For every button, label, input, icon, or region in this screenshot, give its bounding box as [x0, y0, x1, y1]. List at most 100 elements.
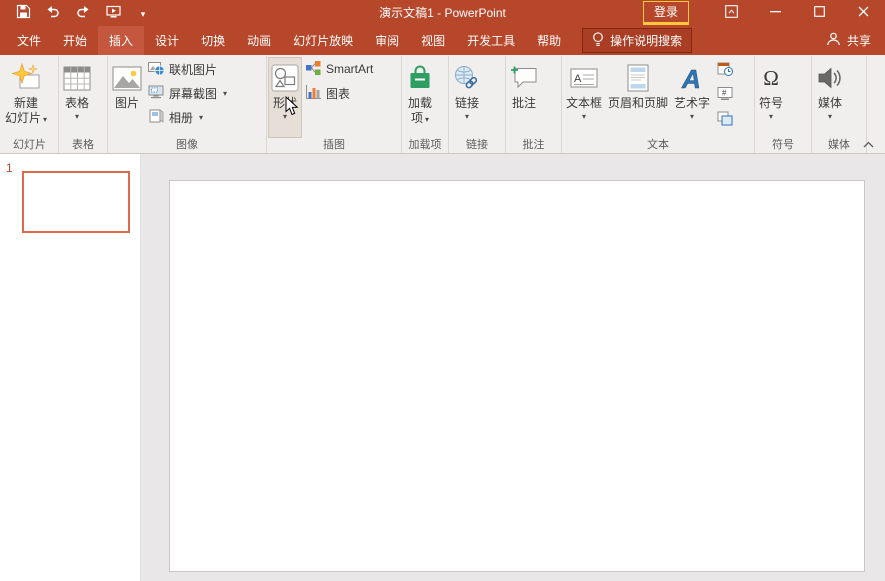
tab-review[interactable]: 审阅: [364, 26, 410, 55]
speaker-icon: [816, 60, 844, 96]
close-button[interactable]: [841, 0, 885, 26]
title-bar: 演示文稿1 - PowerPoint 登录: [0, 0, 885, 26]
redo-button[interactable]: [68, 0, 98, 26]
group-slides: 新建 幻灯片 幻灯片: [1, 56, 59, 153]
start-from-beginning-button[interactable]: [98, 0, 128, 26]
slide-thumbnail[interactable]: [22, 171, 130, 233]
tell-me-label: 操作说明搜索: [610, 32, 682, 49]
symbol-button[interactable]: Ω 符号: [756, 57, 786, 138]
chart-button[interactable]: 图表: [302, 81, 376, 105]
online-pictures-button[interactable]: 联机图片: [145, 57, 230, 81]
svg-text:#: #: [722, 88, 727, 97]
tab-insert[interactable]: 插入: [98, 26, 144, 55]
group-comments: 批注 批注: [506, 56, 562, 153]
save-button[interactable]: [8, 0, 38, 26]
dropdown-caret: [223, 88, 227, 98]
screenshot-button[interactable]: 屏幕截图: [145, 81, 230, 105]
dropdown-caret: [690, 111, 694, 121]
tab-slideshow[interactable]: 幻灯片放映: [282, 26, 364, 55]
tab-view[interactable]: 视图: [410, 26, 456, 55]
dropdown-caret: [465, 111, 469, 121]
minimize-button[interactable]: [753, 0, 797, 26]
slides-panel[interactable]: 1: [0, 154, 141, 581]
header-footer-icon: [626, 60, 650, 96]
group-label-illustrations: 插图: [267, 138, 401, 153]
addins-button[interactable]: 加载 项: [403, 57, 437, 138]
date-time-button[interactable]: [713, 57, 737, 82]
undo-button[interactable]: [38, 0, 68, 26]
group-label-text: 文本: [562, 138, 754, 153]
comment-button[interactable]: 批注: [507, 57, 541, 138]
undo-icon: [45, 5, 61, 21]
link-button[interactable]: 链接: [450, 57, 484, 138]
table-icon: [63, 60, 91, 96]
group-links: 链接 链接: [449, 56, 506, 153]
ribbon: 新建 幻灯片 幻灯片 表格 表格: [0, 55, 885, 154]
group-label-media: 媒体: [812, 138, 866, 153]
pictures-button[interactable]: 图片: [109, 57, 145, 138]
lightbulb-icon: [592, 32, 604, 50]
slide[interactable]: [169, 180, 865, 572]
ribbon-tab-row: 文件 开始 插入 设计 切换 动画 幻灯片放映 审阅 视图 开发工具 帮助 操作…: [0, 26, 885, 55]
wordart-button[interactable]: A 艺术字: [671, 57, 713, 138]
comment-icon: [510, 60, 538, 96]
group-label-symbols: 符号: [755, 138, 811, 153]
object-icon: [717, 111, 733, 129]
textbox-icon: A: [570, 60, 598, 96]
sign-in-button[interactable]: 登录: [643, 1, 689, 25]
tab-animations[interactable]: 动画: [236, 26, 282, 55]
new-slide-button[interactable]: 新建 幻灯片: [2, 57, 50, 138]
slide-number-icon: #: [717, 86, 733, 104]
dropdown-caret: [199, 112, 203, 122]
media-button[interactable]: 媒体: [813, 57, 847, 138]
omega-symbol-icon: Ω: [763, 60, 779, 96]
svg-text:A: A: [681, 64, 701, 92]
tab-transitions[interactable]: 切换: [190, 26, 236, 55]
share-label: 共享: [847, 32, 871, 49]
dropdown-caret: [582, 111, 586, 121]
dropdown-caret: [75, 111, 79, 121]
window-title: 演示文稿1 - PowerPoint: [180, 0, 705, 26]
customize-qat-button[interactable]: [128, 0, 158, 26]
group-label-comments: 批注: [506, 138, 561, 153]
dropdown-caret: [769, 111, 773, 121]
collapse-ribbon-button[interactable]: [860, 138, 876, 150]
maximize-button[interactable]: [797, 0, 841, 26]
tab-design[interactable]: 设计: [144, 26, 190, 55]
tab-file[interactable]: 文件: [6, 26, 52, 55]
ribbon-display-options-icon: [725, 5, 738, 21]
smartart-button[interactable]: SmartArt: [302, 57, 376, 81]
addins-icon: [406, 60, 434, 96]
group-label-slides: 幻灯片: [1, 138, 58, 153]
shapes-button[interactable]: 形状: [268, 57, 302, 138]
share-button[interactable]: 共享: [812, 26, 885, 55]
maximize-icon: [814, 6, 825, 20]
tab-developer[interactable]: 开发工具: [456, 26, 526, 55]
powerpoint-window: 演示文稿1 - PowerPoint 登录: [0, 0, 885, 581]
tell-me-search[interactable]: 操作说明搜索: [582, 28, 692, 53]
group-symbols: Ω 符号 符号: [755, 56, 812, 153]
slide-number-button[interactable]: #: [713, 82, 737, 107]
dropdown-caret: [828, 111, 832, 121]
textbox-button[interactable]: A 文本框: [563, 57, 605, 138]
workspace: 1: [0, 154, 885, 581]
slide-canvas-area[interactable]: [141, 154, 885, 581]
insert-object-button[interactable]: [713, 107, 737, 132]
photo-album-button[interactable]: 相册: [145, 105, 230, 129]
group-media: 媒体 媒体: [812, 56, 867, 153]
smartart-icon: [305, 60, 322, 79]
chart-icon: [305, 84, 322, 103]
quick-access-toolbar: [0, 0, 158, 26]
group-label-addins: 加载项: [402, 138, 448, 153]
ribbon-display-options-button[interactable]: [709, 0, 753, 26]
tab-home[interactable]: 开始: [52, 26, 98, 55]
header-footer-button[interactable]: 页眉和页脚: [605, 57, 671, 138]
pictures-icon: [112, 60, 142, 96]
slide-number: 1: [6, 161, 13, 175]
group-text: A 文本框 页眉和页脚 A 艺术字: [562, 56, 755, 153]
table-button[interactable]: 表格: [60, 57, 94, 138]
photo-album-icon: [148, 108, 165, 127]
group-illustrations: 形状 SmartArt 图表: [267, 56, 402, 153]
tab-help[interactable]: 帮助: [526, 26, 572, 55]
group-images: 图片 联机图片 屏幕截图: [108, 56, 267, 153]
